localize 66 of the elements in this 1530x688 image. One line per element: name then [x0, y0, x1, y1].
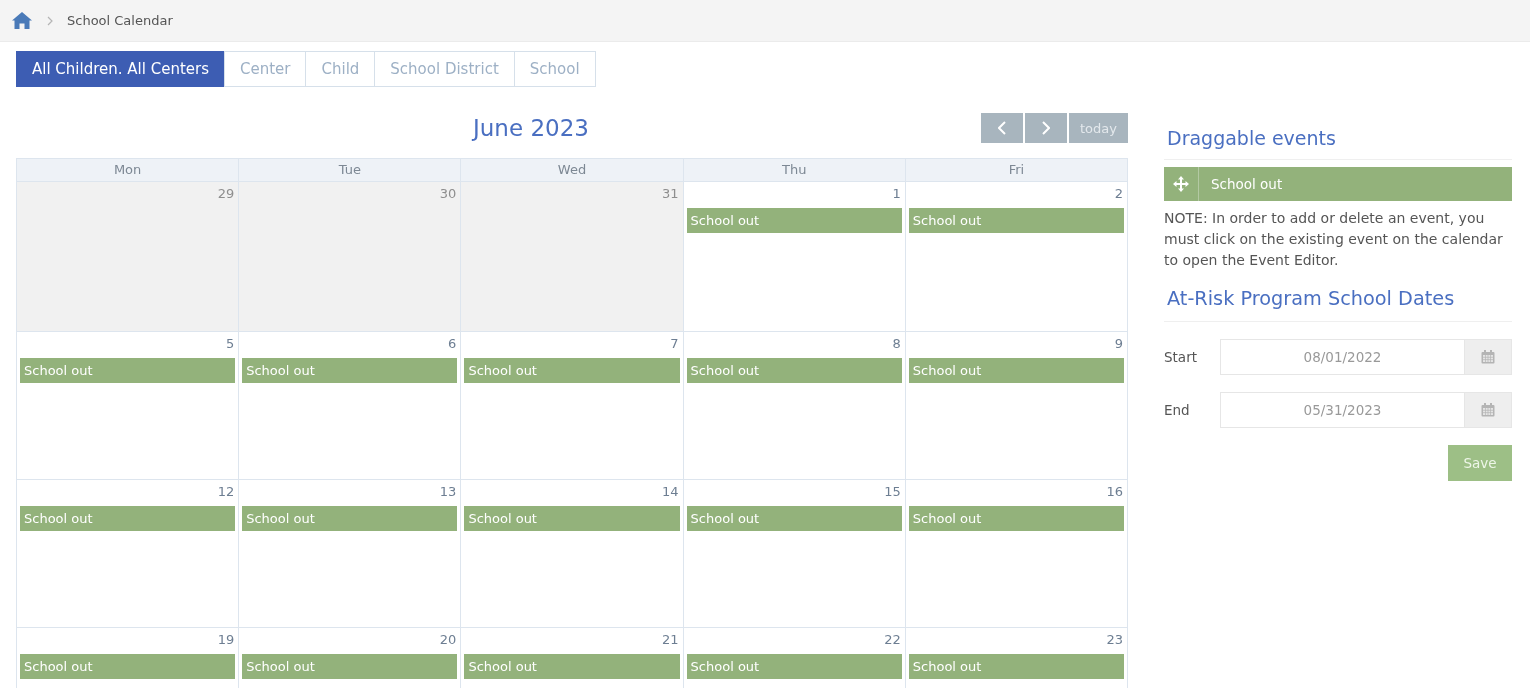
- save-button[interactable]: Save: [1448, 445, 1512, 481]
- day-number: 5: [225, 335, 235, 353]
- chevron-left-icon: [998, 121, 1006, 135]
- calendar-event[interactable]: School out: [686, 208, 902, 233]
- filter-tab[interactable]: All Children. All Centers: [16, 51, 225, 87]
- draggable-event[interactable]: School out: [1164, 167, 1512, 201]
- datepicker-button[interactable]: [1465, 392, 1512, 428]
- day-number: 23: [1106, 631, 1123, 649]
- filter-tab[interactable]: School District: [374, 51, 515, 87]
- calendar-event[interactable]: School out: [242, 358, 458, 383]
- day-number: 12: [217, 483, 235, 501]
- filter-tab[interactable]: School: [513, 51, 596, 87]
- field-label: End: [1164, 402, 1191, 418]
- day-number: 31: [662, 185, 679, 203]
- calendar-event[interactable]: School out: [464, 506, 680, 531]
- day-number: 19: [217, 631, 235, 649]
- calendar-event[interactable]: School out: [242, 654, 458, 679]
- calendar-title: June 2023: [473, 115, 589, 141]
- move-icon: [1173, 176, 1189, 192]
- calendar-event[interactable]: School out: [242, 506, 458, 531]
- day-number: 7: [670, 335, 679, 353]
- calendar-event[interactable]: School out: [908, 654, 1124, 679]
- day-number: 21: [662, 631, 679, 649]
- calendar-icon: [1481, 350, 1495, 364]
- field-label: Start: [1164, 349, 1198, 365]
- day-number: 14: [662, 483, 679, 501]
- calendar-event[interactable]: School out: [908, 208, 1124, 233]
- event-label: School out: [1211, 176, 1283, 192]
- day-number: 29: [217, 185, 235, 203]
- day-number: 8: [892, 335, 901, 353]
- day-number: 13: [439, 483, 457, 501]
- chevron-right-icon: [1042, 121, 1050, 135]
- breadcrumb-current: School Calendar: [67, 13, 173, 28]
- date-field[interactable]: 08/01/2022: [1220, 339, 1465, 375]
- today-button[interactable]: today: [1069, 113, 1128, 143]
- calendar-event[interactable]: School out: [686, 654, 902, 679]
- calendar-event[interactable]: School out: [908, 506, 1124, 531]
- day-number: 20: [439, 631, 457, 649]
- datepicker-button[interactable]: [1465, 339, 1512, 375]
- note-text: NOTE: In order to add or delete an event, you must click on the existing event on the calendar to open the Event Editor.: [1164, 209, 1504, 270]
- day-number: 15: [884, 483, 901, 501]
- home-icon[interactable]: [12, 12, 32, 29]
- calendar-event[interactable]: School out: [20, 654, 236, 679]
- calendar-event[interactable]: School out: [464, 358, 680, 383]
- chevron-right-icon: [47, 15, 53, 26]
- calendar-event[interactable]: School out: [20, 358, 236, 383]
- previous-month-button[interactable]: [981, 113, 1023, 143]
- calendar-event[interactable]: School out: [464, 654, 680, 679]
- day-number: 1: [892, 185, 901, 203]
- section-title: At-Risk Program School Dates: [1167, 286, 1456, 312]
- calendar-event[interactable]: School out: [686, 506, 902, 531]
- filter-tab[interactable]: Center: [224, 51, 307, 87]
- day-number: 2: [1114, 185, 1123, 203]
- day-number: 16: [1106, 483, 1123, 501]
- date-field[interactable]: 05/31/2023: [1220, 392, 1465, 428]
- calendar-icon: [1481, 403, 1495, 417]
- filter-tab[interactable]: Child: [305, 51, 376, 87]
- calendar-event[interactable]: School out: [686, 358, 902, 383]
- section-title: Draggable events: [1167, 126, 1337, 151]
- day-number: 9: [1114, 335, 1123, 353]
- calendar-event[interactable]: School out: [20, 506, 236, 531]
- next-month-button[interactable]: [1025, 113, 1067, 143]
- calendar-event[interactable]: School out: [908, 358, 1124, 383]
- day-number: 30: [439, 185, 457, 203]
- day-number: 6: [448, 335, 457, 353]
- day-number: 22: [884, 631, 901, 649]
